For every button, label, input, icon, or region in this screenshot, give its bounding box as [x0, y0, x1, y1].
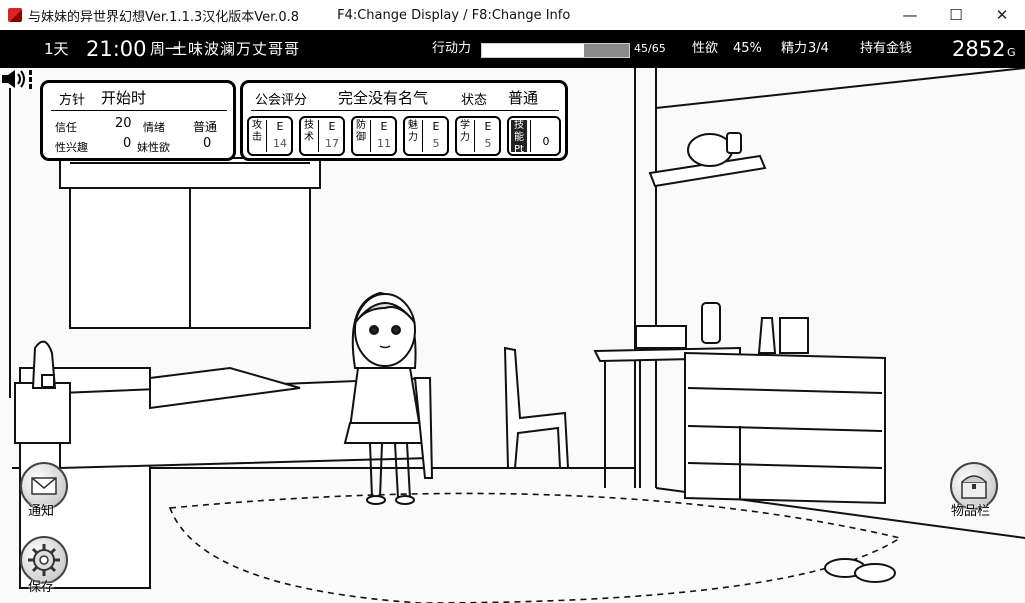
minimize-button[interactable]: — — [887, 0, 933, 30]
maximize-button[interactable]: ☐ — [933, 0, 979, 30]
skill-defense: 防御 E 11 — [351, 116, 397, 156]
condition-value: 普通 — [508, 89, 539, 107]
skill-value: 5 — [484, 137, 492, 150]
speaker-icon[interactable] — [0, 68, 34, 90]
status-bar: 1天 21:00 周一 土味波澜万丈哥哥 行动力 45/65 性欲 45% 精力… — [0, 30, 1025, 68]
skill-separator — [422, 120, 423, 152]
skill-grade: E — [276, 120, 284, 133]
sister-stats-panel: 方针 开始时 信任 20 情绪 普通 性兴趣 0 妹性欲 0 — [40, 80, 236, 161]
key-hint: F4:Change Display / F8:Change Info — [337, 7, 571, 23]
sister-lust-value: 0 — [203, 136, 212, 151]
sex-interest-value: 0 — [123, 136, 132, 151]
guild-rating-value: 完全没有名气 — [338, 89, 429, 107]
divider — [251, 110, 559, 111]
action-points-label: 行动力 — [432, 41, 472, 56]
skill-value: 5 — [432, 137, 440, 150]
save-label[interactable]: 保存 — [28, 576, 54, 595]
skill-grade: E — [328, 120, 336, 133]
skill-separator — [266, 120, 267, 152]
window-title: 与妹妹的异世界幻想Ver.1.1.3汉化版本Ver.0.8 — [28, 9, 300, 25]
guild-status-panel: 公会评分 完全没有名气 状态 普通 攻击 E 14 技术 E 17 防御 E 1… — [240, 80, 568, 161]
day-counter: 1天 — [44, 40, 69, 58]
policy-label: 方针 — [59, 93, 86, 108]
money-unit: G — [1007, 46, 1016, 59]
skill-name: 魅力 — [408, 120, 418, 143]
skill-name: 防御 — [356, 120, 366, 143]
skill-name: 学力 — [460, 120, 470, 143]
skill-separator — [318, 120, 319, 152]
skill-points: 技能Pt 0 — [507, 116, 561, 156]
policy-value: 开始时 — [101, 89, 147, 107]
skill-name: 技能Pt — [511, 120, 527, 155]
skill-grade: E — [432, 120, 440, 133]
stamina-label: 精力 — [781, 41, 808, 56]
action-points-fill — [583, 44, 629, 57]
money-value: 2852 — [952, 37, 1006, 61]
app-icon — [8, 8, 22, 22]
sister-lust-label: 妹性欲 — [137, 141, 170, 154]
skill-value: 17 — [325, 137, 339, 150]
skill-separator — [370, 120, 371, 152]
lust-value: 45% — [733, 41, 762, 56]
stamina-value: 3/4 — [808, 41, 829, 56]
trust-label: 信任 — [55, 121, 77, 134]
skill-value: 14 — [273, 137, 287, 150]
skill-technique: 技术 E 17 — [299, 116, 345, 156]
clock-time: 21:00 — [86, 37, 147, 61]
mood-value: 普通 — [193, 120, 218, 134]
action-points-value: 45/65 — [634, 42, 666, 55]
game-scene[interactable]: 方针 开始时 信任 20 情绪 普通 性兴趣 0 妹性欲 0 公会评分 完全没有… — [0, 68, 1025, 603]
window-title-bar: 与妹妹的异世界幻想Ver.1.1.3汉化版本Ver.0.8 F4:Change … — [0, 0, 1025, 30]
condition-label: 状态 — [461, 93, 488, 108]
skill-value: 11 — [377, 137, 391, 150]
action-points-bar — [481, 43, 630, 58]
skill-separator — [530, 120, 531, 152]
skill-name: 技术 — [304, 120, 314, 143]
skill-grade: E — [484, 120, 492, 133]
lust-label: 性欲 — [692, 41, 719, 56]
divider — [51, 110, 227, 111]
inventory-label[interactable]: 物品栏 — [951, 500, 990, 519]
sex-interest-label: 性兴趣 — [55, 141, 88, 154]
money-label: 持有金钱 — [860, 41, 913, 56]
skill-grade: E — [380, 120, 388, 133]
skill-charm: 魅力 E 5 — [403, 116, 449, 156]
skill-study: 学力 E 5 — [455, 116, 501, 156]
trust-value: 20 — [115, 116, 132, 131]
close-button[interactable]: ✕ — [979, 0, 1025, 30]
notify-label[interactable]: 通知 — [28, 500, 54, 519]
guild-rating-label: 公会评分 — [255, 93, 308, 108]
skill-attack: 攻击 E 14 — [247, 116, 293, 156]
skill-separator — [474, 120, 475, 152]
mood-label: 情绪 — [143, 121, 165, 134]
skill-name: 攻击 — [252, 120, 262, 143]
skill-value: 0 — [542, 135, 550, 148]
title-text: 土味波澜万丈哥哥 — [172, 40, 301, 58]
